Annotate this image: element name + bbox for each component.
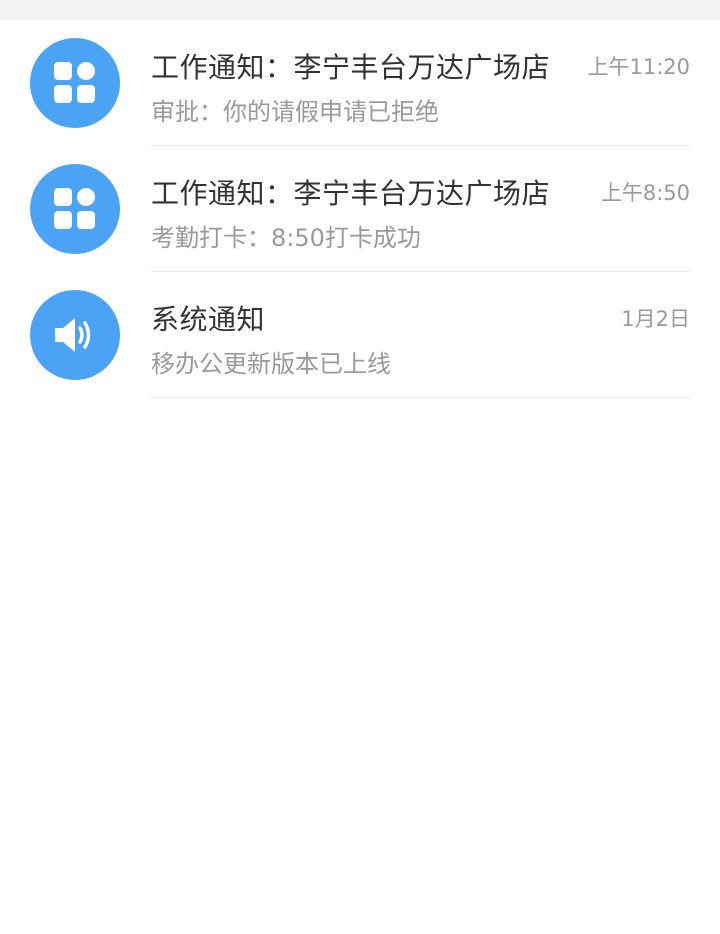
message-preview: 移办公更新版本已上线 (151, 350, 391, 378)
message-header: 系统通知 1月2日 (151, 298, 690, 338)
message-header: 工作通知：李宁丰台万达广场店 上午11:20 (151, 46, 690, 86)
speaker-icon (53, 315, 97, 355)
message-list: 工作通知：李宁丰台万达广场店 上午11:20 审批：你的请假申请已拒绝 工作通知… (0, 20, 720, 398)
message-item-work-notice-2[interactable]: 工作通知：李宁丰台万达广场店 上午8:50 考勤打卡：8:50打卡成功 (0, 146, 720, 272)
message-title: 工作通知：李宁丰台万达广场店 (151, 177, 551, 210)
message-time: 上午11:20 (587, 55, 690, 79)
avatar (30, 38, 120, 128)
message-preview: 考勤打卡：8:50打卡成功 (151, 224, 421, 252)
top-strip (0, 0, 720, 20)
message-item-work-notice-1[interactable]: 工作通知：李宁丰台万达广场店 上午11:20 审批：你的请假申请已拒绝 (0, 20, 720, 146)
avatar (30, 290, 120, 380)
message-content: 工作通知：李宁丰台万达广场店 上午11:20 审批：你的请假申请已拒绝 (151, 20, 690, 146)
message-title: 工作通知：李宁丰台万达广场店 (151, 51, 551, 84)
message-title: 系统通知 (151, 303, 266, 336)
apps-grid-icon (54, 62, 96, 104)
avatar (30, 164, 120, 254)
message-item-system-notice[interactable]: 系统通知 1月2日 移办公更新版本已上线 (0, 272, 720, 398)
message-header: 工作通知：李宁丰台万达广场店 上午8:50 (151, 172, 690, 212)
message-preview: 审批：你的请假申请已拒绝 (151, 98, 439, 126)
message-content: 系统通知 1月2日 移办公更新版本已上线 (151, 272, 690, 398)
apps-grid-icon (54, 188, 96, 230)
message-time: 1月2日 (621, 307, 690, 331)
message-content: 工作通知：李宁丰台万达广场店 上午8:50 考勤打卡：8:50打卡成功 (151, 146, 690, 272)
message-time: 上午8:50 (600, 181, 690, 205)
